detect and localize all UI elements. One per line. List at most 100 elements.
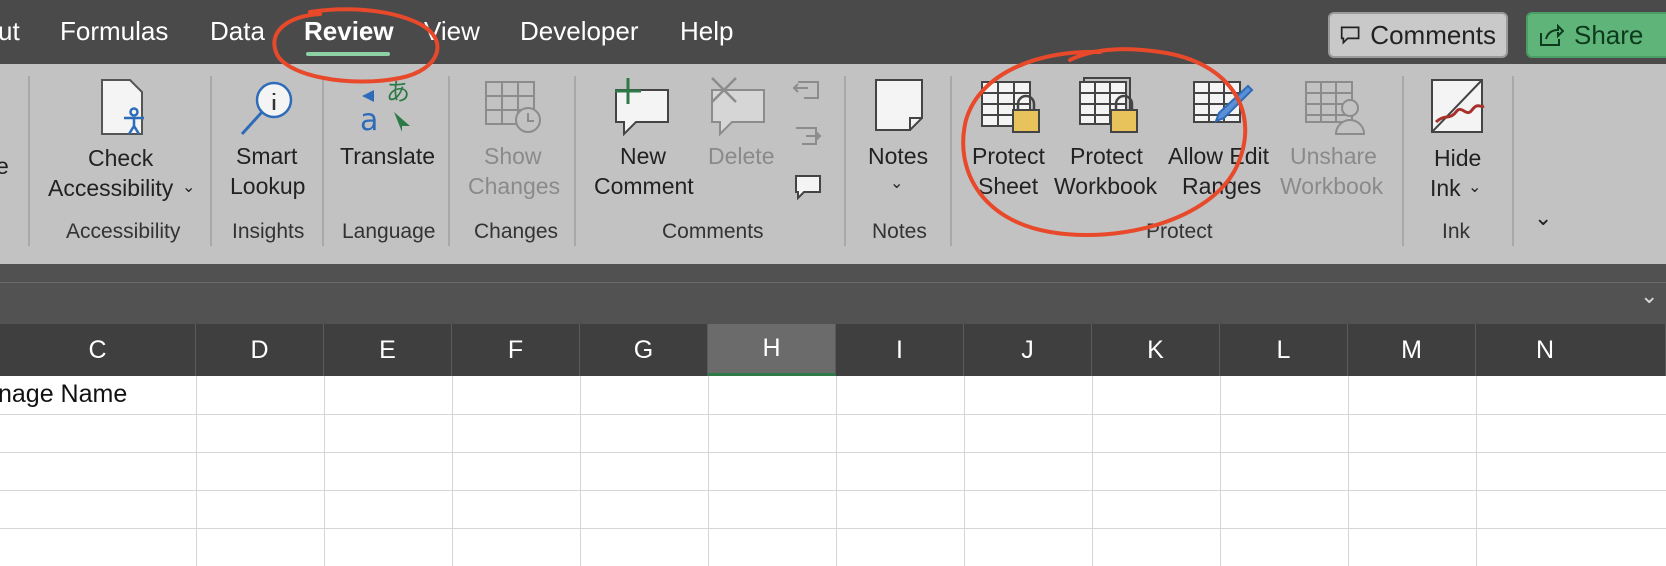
grid-line (580, 376, 581, 566)
show-comments-icon[interactable] (794, 174, 822, 200)
column-header-g[interactable]: G (580, 324, 708, 376)
tab-developer[interactable]: Developer (520, 16, 639, 47)
column-headers: C D E F G H I J K L M N (0, 324, 1666, 376)
group-separator (950, 76, 952, 246)
notes-icon (875, 79, 923, 131)
group-separator (574, 76, 576, 246)
group-label-comments: Comments (662, 220, 764, 243)
group-label-ink: Ink (1442, 220, 1471, 243)
protect-workbook-icon (1079, 77, 1138, 133)
comments-button[interactable]: Comments (1328, 12, 1508, 58)
grid-line (1092, 376, 1093, 566)
column-header-i[interactable]: I (836, 324, 964, 376)
group-label-language: Language (342, 220, 436, 243)
comment-icon (1340, 26, 1360, 45)
ribbon-display-options-icon[interactable]: ⌄ (1534, 202, 1552, 234)
unshare-workbook-line1: Unshare (1290, 143, 1377, 169)
share-button[interactable]: Share (1526, 12, 1666, 58)
accessibility-icon (101, 79, 144, 135)
share-button-label: Share (1574, 19, 1644, 50)
grid-line (0, 490, 1666, 491)
expand-formula-bar-icon[interactable]: ⌄ (1640, 280, 1658, 312)
previous-comment-icon[interactable] (792, 78, 822, 104)
column-header-h[interactable]: H (708, 324, 836, 376)
group-separator (322, 76, 324, 246)
group-label-accessibility: Accessibility (66, 220, 181, 243)
smart-lookup-line2: Lookup (230, 173, 306, 199)
smart-lookup-line1: Smart (236, 143, 298, 169)
column-header-m[interactable]: M (1348, 324, 1476, 376)
hide-ink-icon (1431, 79, 1485, 133)
ribbon-edge-fragment: e (0, 153, 9, 179)
smart-lookup-icon (240, 81, 293, 136)
column-header-j[interactable]: J (964, 324, 1092, 376)
group-label-notes: Notes (872, 220, 927, 243)
unshare-workbook-icon (1305, 81, 1366, 135)
column-header-d[interactable]: D (196, 324, 324, 376)
show-changes-line1: Show (484, 143, 542, 169)
grid-line (1476, 376, 1477, 566)
grid-line (1220, 376, 1221, 566)
group-label-changes: Changes (474, 220, 559, 243)
grid-line (0, 414, 1666, 415)
hide-ink-line2: Ink (1430, 175, 1461, 201)
column-header-f[interactable]: F (452, 324, 580, 376)
protect-sheet-line1: Protect (972, 143, 1045, 169)
group-separator (844, 76, 846, 246)
column-header-l[interactable]: L (1220, 324, 1348, 376)
grid-line (1348, 376, 1349, 566)
delete-comment-label: Delete (708, 143, 775, 169)
group-separator (1402, 76, 1404, 246)
check-accessibility-line1: Check (88, 145, 154, 171)
grid-line (964, 376, 965, 566)
chevron-down-icon: ⌄ (1468, 179, 1482, 196)
tab-data[interactable]: Data (210, 16, 265, 47)
grid-line (0, 452, 1666, 453)
column-header-k[interactable]: K (1092, 324, 1220, 376)
allow-edit-ranges-line2: Ranges (1182, 173, 1262, 199)
next-comment-icon[interactable] (792, 124, 822, 150)
share-icon (1540, 23, 1564, 46)
protect-sheet-line2: Sheet (978, 173, 1039, 199)
chevron-down-icon: ⌄ (182, 179, 196, 196)
group-separator (210, 76, 212, 246)
show-changes-line2: Changes (468, 173, 561, 199)
group-separator (1512, 76, 1514, 246)
ribbon-bottom-edge (0, 264, 1666, 282)
protect-workbook-line2: Workbook (1054, 173, 1158, 199)
grid-line (0, 528, 1666, 529)
tab-page-layout[interactable]: ut (0, 16, 20, 47)
show-changes-icon (485, 81, 541, 133)
group-label-insights: Insights (232, 220, 305, 243)
allow-edit-ranges-line1: Allow Edit (1168, 143, 1269, 169)
translate-label: Translate (340, 143, 436, 169)
column-header-n[interactable]: N (1476, 324, 1666, 376)
chevron-down-icon: ⌄ (890, 175, 904, 192)
new-comment-line2: Comment (594, 173, 694, 199)
new-comment-line1: New (620, 143, 667, 169)
column-header-c[interactable]: C (0, 324, 196, 376)
allow-edit-ranges-icon (1193, 81, 1254, 123)
tab-help[interactable]: Help (680, 16, 733, 47)
new-comment-icon (615, 78, 669, 136)
formula-bar[interactable]: ⌄ (0, 282, 1666, 324)
grid-line (708, 376, 709, 566)
svg-text:a: a (360, 103, 378, 136)
protect-workbook-line1: Protect (1070, 143, 1143, 169)
group-label-protect: Protect (1146, 220, 1213, 243)
group-separator (448, 76, 450, 246)
protect-sheet-icon (981, 81, 1040, 133)
group-separator (28, 76, 30, 246)
active-tab-indicator (306, 52, 390, 56)
ribbon-tab-bar: ut Formulas Data Review View Developer H… (0, 0, 1666, 64)
grid-line (324, 376, 325, 566)
tab-formulas[interactable]: Formulas (60, 16, 168, 47)
tab-review[interactable]: Review (304, 16, 394, 47)
svg-text:あ: あ (386, 78, 410, 106)
delete-comment-icon (711, 77, 765, 136)
cell-c1[interactable]: nage Name (0, 380, 127, 409)
tab-view[interactable]: View (424, 16, 480, 47)
ribbon: e Check Accessibility ⌄ Accessibility Sm… (0, 64, 1666, 264)
worksheet-grid[interactable]: nage Name (0, 376, 1666, 566)
column-header-e[interactable]: E (324, 324, 452, 376)
